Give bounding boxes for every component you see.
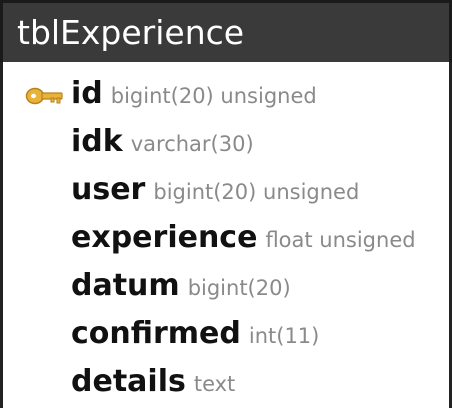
table-header[interactable]: tblExperience	[0, 0, 452, 62]
column-name: user	[71, 172, 146, 207]
column-type: bigint(20)	[187, 276, 291, 300]
key-icon	[25, 87, 63, 105]
table-entity[interactable]: tblExperience id bigint(20) unsigned idk…	[0, 0, 452, 408]
column-row-idk[interactable]: idk varchar(30)	[71, 123, 254, 161]
column-row-experience[interactable]: experience float unsigned	[71, 219, 416, 257]
column-type: bigint(20) unsigned	[153, 180, 360, 204]
column-type: int(11)	[248, 324, 320, 348]
column-name: details	[71, 364, 186, 399]
column-row-id[interactable]: id bigint(20) unsigned	[71, 75, 317, 113]
column-row-datum[interactable]: datum bigint(20)	[71, 267, 291, 305]
column-row-confirmed[interactable]: confirmed int(11)	[71, 315, 319, 353]
column-list: id bigint(20) unsigned idk varchar(30) u…	[0, 62, 452, 408]
column-name: id	[71, 76, 103, 111]
column-type: varchar(30)	[130, 132, 254, 156]
column-name: idk	[71, 124, 123, 159]
column-name: experience	[71, 220, 258, 255]
column-name: datum	[71, 268, 180, 303]
column-type: text	[193, 372, 236, 396]
column-name: confirmed	[71, 316, 241, 351]
column-row-user[interactable]: user bigint(20) unsigned	[71, 171, 359, 209]
column-type: bigint(20) unsigned	[110, 84, 317, 108]
table-name: tblExperience	[17, 13, 245, 52]
column-type: float unsigned	[265, 228, 416, 252]
column-row-details[interactable]: details text	[71, 363, 235, 401]
